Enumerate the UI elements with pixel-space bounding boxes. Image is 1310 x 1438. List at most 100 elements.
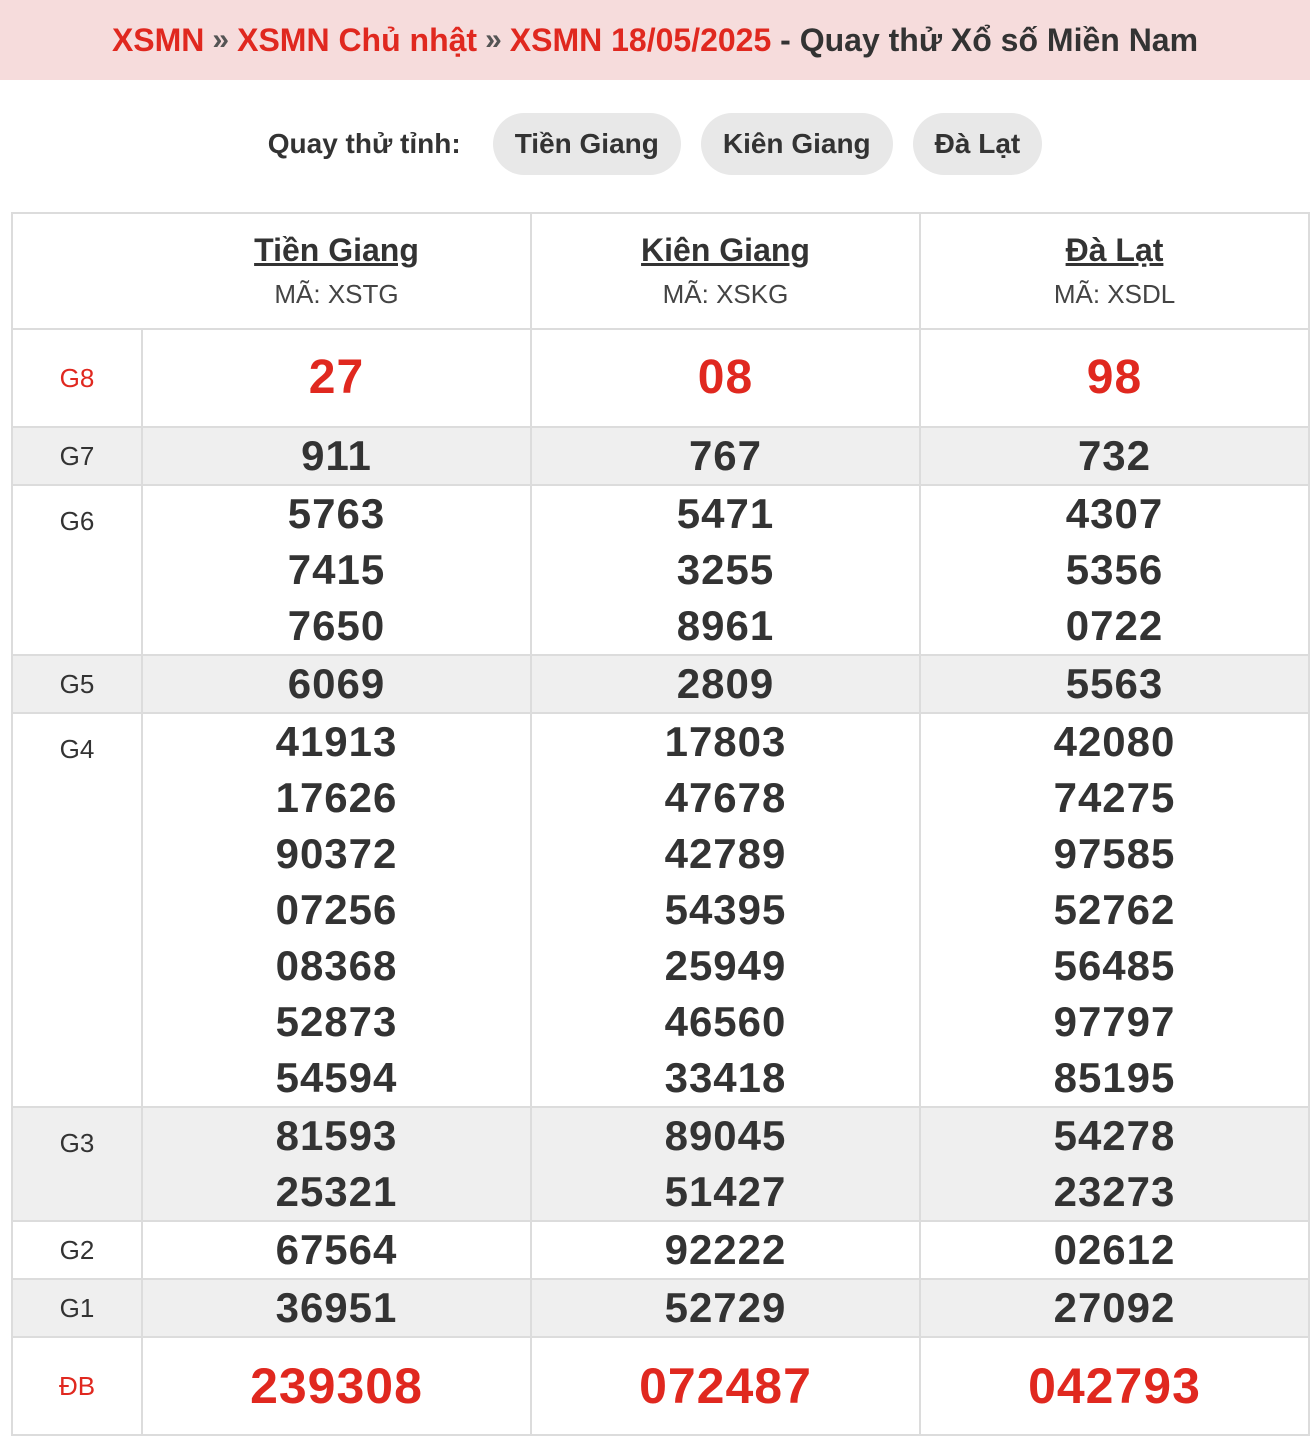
- breadcrumb-xsmn-sunday-link[interactable]: XSMN Chủ nhật: [237, 22, 477, 59]
- result-cell: 5763 7415 7650: [141, 484, 532, 656]
- prize-label: G1: [11, 1278, 143, 1338]
- result-number: 0722: [1065, 602, 1164, 649]
- result-cell: 5471 3255 8961: [530, 484, 921, 656]
- result-number: 42789: [664, 830, 787, 877]
- result-cell: 81593 25321: [141, 1106, 532, 1222]
- prize-row: ĐB 239308 072487 042793: [11, 1336, 1310, 1436]
- result-number: 7650: [287, 602, 386, 649]
- jackpot-number: 239308: [250, 1358, 423, 1414]
- breadcrumb-xsmn-link[interactable]: XSMN: [112, 22, 204, 59]
- result-number: 89045: [664, 1112, 787, 1159]
- prize-row: G1 36951 52729 27092: [11, 1278, 1310, 1338]
- result-number: 5356: [1065, 546, 1164, 593]
- result-number: 54278: [1053, 1112, 1176, 1159]
- province-pill-tien-giang[interactable]: Tiền Giang: [492, 113, 681, 175]
- result-cell: 98: [919, 328, 1310, 428]
- result-cell: 02612: [919, 1220, 1310, 1280]
- result-cell: 92222: [530, 1220, 921, 1280]
- result-cell: 767: [530, 426, 921, 486]
- result-number: 47678: [664, 774, 787, 821]
- result-cell: 4307 5356 0722: [919, 484, 1310, 656]
- result-number: 5563: [1065, 660, 1164, 707]
- result-cell: 08: [530, 328, 921, 428]
- result-number: 92222: [664, 1226, 787, 1273]
- result-cell: 52729: [530, 1278, 921, 1338]
- result-cell: 89045 51427: [530, 1106, 921, 1222]
- result-number: 46560: [664, 998, 787, 1045]
- prize-row: G3 81593 25321 89045 51427 54278 23273: [11, 1106, 1310, 1222]
- province-pill-kien-giang[interactable]: Kiên Giang: [700, 113, 893, 175]
- result-number: 5471: [676, 490, 775, 537]
- province-name-link[interactable]: Tiền Giang: [143, 232, 530, 269]
- empty-corner-cell: [11, 212, 142, 330]
- province-header-row: Tiền Giang MÃ: XSTG Kiên Giang MÃ: XSKG …: [11, 212, 1310, 330]
- result-cell: 67564: [141, 1220, 532, 1280]
- province-pill-da-lat[interactable]: Đà Lạt: [912, 113, 1043, 175]
- result-number: 07256: [275, 886, 398, 933]
- province-name-link[interactable]: Kiên Giang: [532, 232, 919, 269]
- province-code: MÃ: XSKG: [662, 279, 789, 309]
- result-cell: 732: [919, 426, 1310, 486]
- result-number: 732: [1077, 432, 1152, 479]
- result-cell: 41913 17626 90372 07256 08368 52873 54594: [141, 712, 532, 1108]
- result-number: 27092: [1053, 1284, 1176, 1331]
- result-number: 08368: [275, 942, 398, 989]
- result-number: 52762: [1053, 886, 1176, 933]
- result-number: 2809: [676, 660, 775, 707]
- province-name-link[interactable]: Đà Lạt: [921, 232, 1308, 269]
- page-title-suffix: - Quay thử Xổ số Miền Nam: [771, 22, 1198, 59]
- result-number: 08: [697, 351, 754, 404]
- prize-row: G6 5763 7415 7650 5471 3255 8961 4307 5356 0722: [11, 484, 1310, 656]
- prize-row: G2 67564 92222 02612: [11, 1220, 1310, 1280]
- result-cell: 27092: [919, 1278, 1310, 1338]
- result-number: 51427: [664, 1168, 787, 1215]
- prize-label: G7: [11, 426, 143, 486]
- results-table: Tiền Giang MÃ: XSTG Kiên Giang MÃ: XSKG …: [11, 212, 1310, 1436]
- result-number: 81593: [275, 1112, 398, 1159]
- jackpot-number: 072487: [639, 1358, 812, 1414]
- province-code: MÃ: XSTG: [274, 279, 399, 309]
- result-number: 911: [301, 432, 372, 479]
- result-number: 97585: [1053, 830, 1176, 877]
- province-header-tien-giang: Tiền Giang MÃ: XSTG: [141, 212, 532, 330]
- result-number: 02612: [1053, 1226, 1176, 1273]
- result-number: 54594: [275, 1054, 398, 1101]
- prize-label: G5: [11, 654, 143, 714]
- result-number: 23273: [1053, 1168, 1176, 1215]
- province-header-kien-giang: Kiên Giang MÃ: XSKG: [530, 212, 921, 330]
- prize-label: G2: [11, 1220, 143, 1280]
- result-cell: 42080 74275 97585 52762 56485 97797 85195: [919, 712, 1310, 1108]
- result-number: 90372: [275, 830, 398, 877]
- result-number: 98: [1086, 351, 1143, 404]
- page-title-suffix-text: - Quay thử Xổ số Miền Nam: [780, 21, 1199, 58]
- result-number: 5763: [287, 490, 386, 537]
- breadcrumb-xsmn-date-link[interactable]: XSMN 18/05/2025: [510, 22, 772, 59]
- result-cell: 072487: [530, 1336, 921, 1436]
- result-number: 85195: [1053, 1054, 1176, 1101]
- result-number: 7415: [287, 546, 386, 593]
- province-picker-label: Quay thử tỉnh:: [267, 128, 461, 159]
- result-number: 17626: [275, 774, 398, 821]
- prize-label: G8: [11, 328, 143, 428]
- prize-label: ĐB: [11, 1336, 143, 1436]
- result-cell: 2809: [530, 654, 921, 714]
- result-number: 52729: [664, 1284, 787, 1331]
- result-number: 41913: [275, 718, 398, 765]
- breadcrumb: XSMN » XSMN Chủ nhật » XSMN 18/05/2025 -…: [0, 0, 1310, 80]
- result-number: 42080: [1053, 718, 1176, 765]
- breadcrumb-separator: »: [212, 23, 230, 56]
- result-number: 17803: [664, 718, 787, 765]
- result-cell: 239308: [141, 1336, 532, 1436]
- prize-row: G4 41913 17626 90372 07256 08368 52873 54594 178…: [11, 712, 1310, 1108]
- result-number: 56485: [1053, 942, 1176, 989]
- result-number: 25321: [275, 1168, 398, 1215]
- prize-label: G3: [11, 1106, 143, 1222]
- prize-label: G6: [11, 484, 143, 656]
- result-number: 25949: [664, 942, 787, 989]
- result-cell: 27: [141, 328, 532, 428]
- prize-row: G7 911 767 732: [11, 426, 1310, 486]
- result-number: 6069: [287, 660, 386, 707]
- province-code: MÃ: XSDL: [1053, 279, 1176, 309]
- result-number: 8961: [676, 602, 775, 649]
- result-number: 4307: [1065, 490, 1164, 537]
